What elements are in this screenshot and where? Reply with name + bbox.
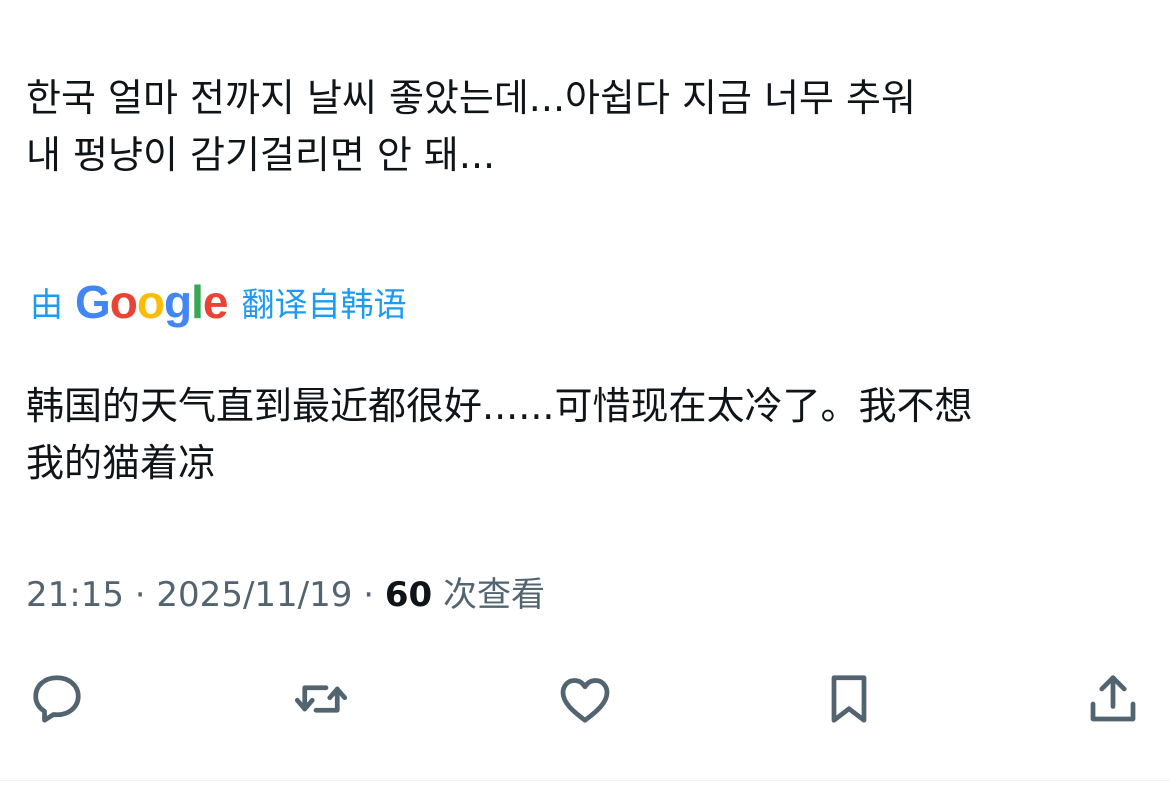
tweet-date[interactable]: 2025/11/19 <box>156 575 352 615</box>
meta-separator: · <box>363 575 375 615</box>
tweet-metadata: 21:15 · 2025/11/19 · 60 次查看 <box>26 570 545 620</box>
share-icon <box>1090 675 1136 722</box>
tweet-translated-text: 韩国的天气直到最近都很好......可惜现在太冷了。我不想 我的猫着凉 <box>26 378 972 492</box>
like-button[interactable] <box>550 664 620 734</box>
retweet-button[interactable] <box>286 664 356 734</box>
share-button[interactable] <box>1078 664 1148 734</box>
like-icon <box>560 678 610 723</box>
retweet-icon <box>294 685 348 713</box>
translation-attribution: 由 Google 翻译自韩语 <box>30 272 406 332</box>
google-logo: Google <box>75 276 228 328</box>
original-line-2: 내 펑냥이 감기걸리면 안 돼... <box>26 133 496 177</box>
meta-separator: · <box>134 575 146 615</box>
bookmark-icon <box>831 675 867 723</box>
translation-source-language: 翻译自韩语 <box>241 285 407 324</box>
views-label: 次查看 <box>442 575 545 615</box>
tweet-action-bar <box>0 664 1170 734</box>
views-count[interactable]: 60 <box>385 575 432 615</box>
translated-line-1: 韩国的天气直到最近都很好......可惜现在太冷了。我不想 <box>26 384 973 428</box>
bottom-divider <box>0 780 1170 781</box>
tweet-original-text: 한국 얼마 전까지 날씨 좋았는데...아쉽다 지금 너무 추워 내 펑냥이 감… <box>26 70 916 184</box>
translated-line-2: 我的猫着凉 <box>26 441 217 485</box>
bookmark-button[interactable] <box>814 664 884 734</box>
tweet-time[interactable]: 21:15 <box>26 575 124 615</box>
reply-button[interactable] <box>22 664 92 734</box>
reply-icon <box>33 675 81 723</box>
translation-prefix: 由 <box>30 285 63 324</box>
original-line-1: 한국 얼마 전까지 날씨 좋았는데...아쉽다 지금 너무 추워 <box>26 76 916 120</box>
